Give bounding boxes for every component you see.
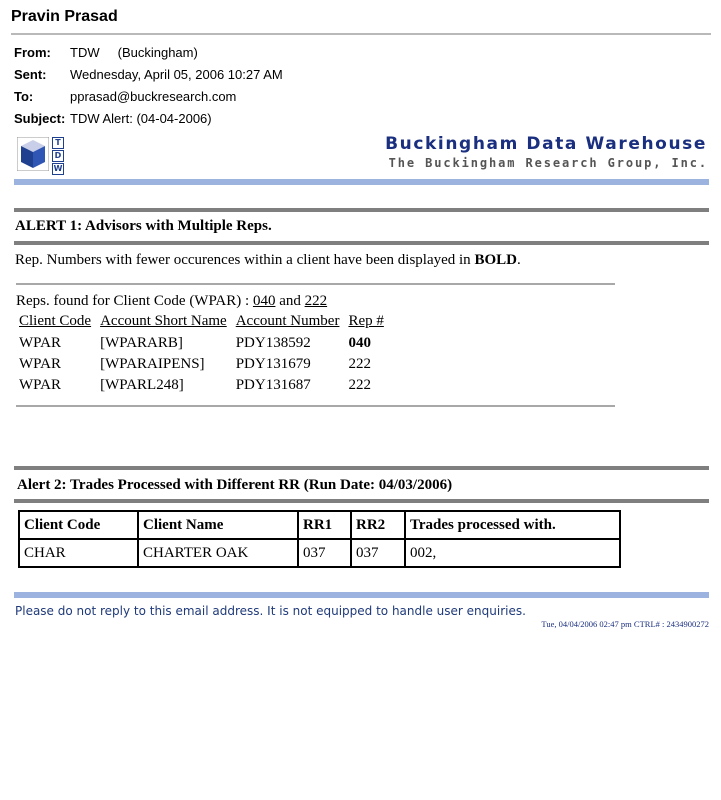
account-number-cell: PDY138592 [235, 335, 311, 351]
rep-cell: 222 [348, 377, 371, 393]
column-header: RR2 [350, 510, 406, 540]
header-divider [11, 33, 711, 35]
client-code-cell: WPAR [19, 356, 61, 372]
rep-cell: 040 [348, 335, 371, 351]
to-value[interactable]: pprasad@buckresearch.com [70, 89, 236, 104]
noreply-notice: Please do not reply to this email addres… [15, 604, 526, 618]
rr2-cell: 037 [350, 538, 406, 568]
trades-cell: 002, [404, 538, 621, 568]
footer-divider [14, 592, 709, 598]
client-code-cell: CHAR [18, 538, 139, 568]
banner-divider [14, 179, 709, 185]
reps-bottom-rule [16, 405, 615, 407]
alert1-description: Rep. Numbers with fewer occurences withi… [15, 252, 521, 269]
trades-table: Client Code Client Name RR1 RR2 Trades p… [18, 510, 621, 568]
alert2-top-bar [14, 466, 709, 470]
sender-name: Pravin Prasad [11, 8, 118, 25]
rep-link-b[interactable]: 222 [305, 293, 328, 309]
logo-letter: T [52, 137, 64, 149]
subject-label: Subject: [14, 111, 66, 126]
tdw-logo: T D W [52, 137, 64, 176]
subject-value: TDW Alert: (04-04-2006) [70, 111, 212, 126]
reps-prefix: Reps. found for Client Code (WPAR) : [16, 293, 253, 309]
from-label: From: [14, 45, 51, 60]
column-header[interactable]: Account Short Name [97, 312, 233, 333]
rr1-cell: 037 [297, 538, 352, 568]
column-header[interactable]: Client Code [16, 312, 97, 333]
from-name[interactable]: TDW [70, 45, 100, 60]
column-header: Client Name [137, 510, 299, 540]
account-number-cell: PDY131687 [235, 377, 311, 393]
reps-and: and [275, 293, 305, 309]
desc-prefix: Rep. Numbers with fewer occurences withi… [15, 252, 475, 268]
table-header-row: Client Code Client Name RR1 RR2 Trades p… [18, 510, 621, 540]
footer-timestamp: Tue, 04/04/2006 02:47 pm CTRL# : 2434900… [541, 619, 709, 629]
from-location: (Buckingham) [117, 45, 198, 60]
column-header: Trades processed with. [404, 510, 621, 540]
banner-subtitle: The Buckingham Research Group, Inc. [388, 156, 708, 170]
logo-letter: W [52, 163, 64, 175]
account-number-cell: PDY131679 [235, 356, 311, 372]
table-row: WPAR [WPARAIPENS] PDY131679 222 [16, 354, 390, 375]
alert1-top-bar [14, 208, 709, 212]
desc-bold: BOLD [474, 252, 517, 268]
sent-label: Sent: [14, 67, 47, 82]
short-name-cell: [WPARL248] [100, 377, 184, 393]
client-code-cell: WPAR [19, 335, 61, 351]
table-header-row: Client Code Account Short Name Account N… [16, 312, 390, 333]
sent-value: Wednesday, April 05, 2006 10:27 AM [70, 67, 283, 82]
alert1-bottom-bar [14, 241, 709, 245]
column-header[interactable]: Rep # [345, 312, 389, 333]
desc-suffix: . [516, 252, 521, 268]
table-row: WPAR [WPARL248] PDY131687 222 [16, 375, 390, 396]
column-header: Client Code [18, 510, 139, 540]
short-name-cell: [WPARAIPENS] [100, 356, 205, 372]
column-header[interactable]: Account Number [233, 312, 346, 333]
to-label: To: [14, 89, 34, 104]
reps-found-line: Reps. found for Client Code (WPAR) : 040… [16, 293, 327, 310]
advisors-table: Client Code Account Short Name Account N… [16, 312, 390, 396]
alert1-title: ALERT 1: Advisors with Multiple Reps. [15, 218, 272, 234]
rep-link-a[interactable]: 040 [253, 293, 276, 309]
reps-top-rule [16, 283, 615, 285]
column-header: RR1 [297, 510, 352, 540]
client-name-cell: CHARTER OAK [137, 538, 299, 568]
alert2-bottom-bar [14, 499, 709, 503]
table-row: WPAR [WPARARB] PDY138592 040 [16, 333, 390, 354]
rep-cell: 222 [348, 356, 371, 372]
logo-letter: D [52, 150, 64, 162]
alert2-title: Alert 2: Trades Processed with Different… [17, 477, 453, 493]
cube-logo-icon [17, 137, 49, 171]
short-name-cell: [WPARARB] [100, 335, 183, 351]
table-row: CHAR CHARTER OAK 037 037 002, [18, 538, 621, 568]
banner-title: Buckingham Data Warehouse [385, 134, 707, 154]
client-code-cell: WPAR [19, 377, 61, 393]
